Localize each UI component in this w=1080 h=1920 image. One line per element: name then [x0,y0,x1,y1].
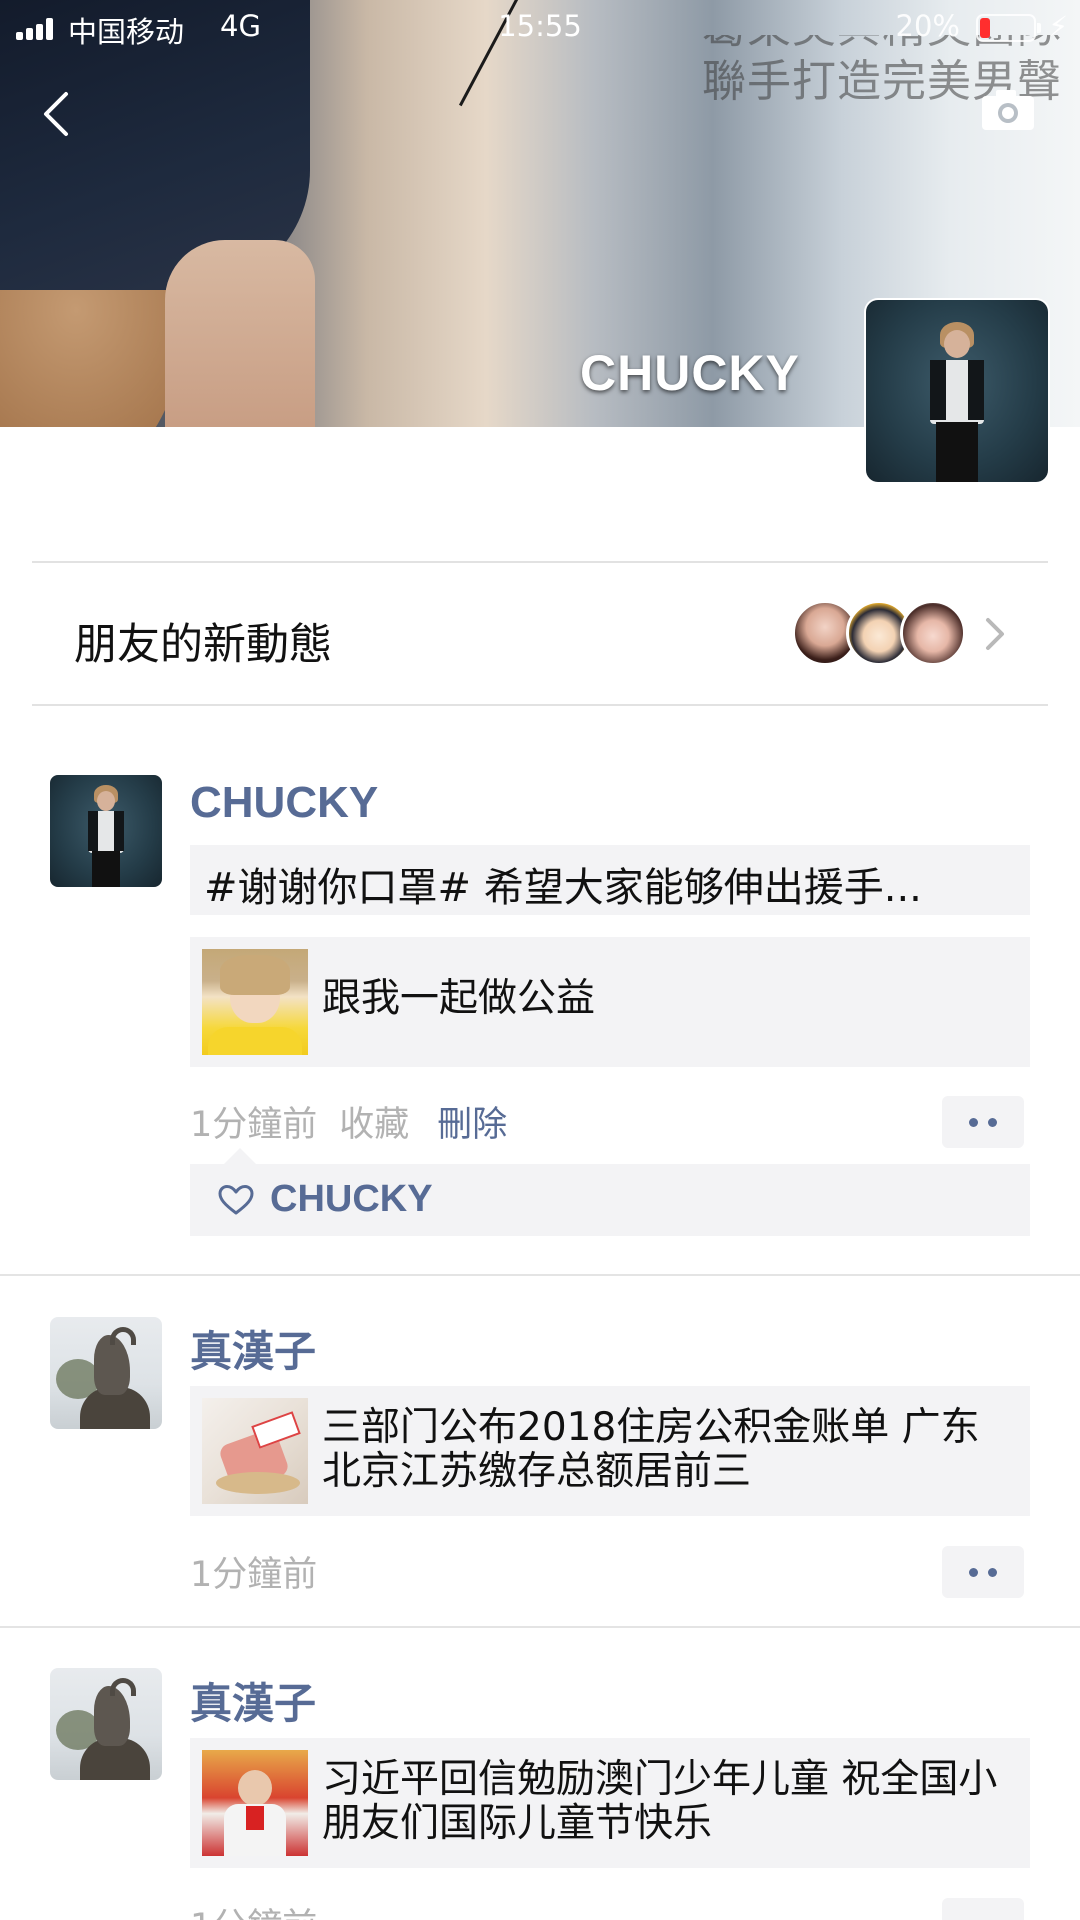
favorite-link[interactable]: 收藏 [339,1105,409,1145]
shared-link-card[interactable]: 习近平回信勉励澳门少年儿童 祝全国小朋友们国际儿童节快乐 [190,1738,1030,1868]
shared-link-thumbnail [202,949,308,1055]
post-author[interactable]: 真漢子 [190,1318,316,1379]
statue-avatar-image [50,1668,162,1780]
shared-link-thumbnail [202,1750,308,1856]
post-author[interactable]: CHUCKY [190,778,378,828]
heart-icon [218,1185,254,1215]
post-text-box[interactable]: #谢谢你口罩# 希望大家能够伸出援手... [190,845,1030,915]
friend-avatar [900,600,966,666]
post-time: 1分鐘前 [190,1105,318,1145]
post-avatar[interactable] [50,1317,162,1429]
post-author[interactable]: 真漢子 [190,1670,316,1731]
shared-link-thumbnail [202,1398,308,1504]
friends-avatars [792,600,972,668]
more-dots-icon[interactable] [942,1898,1024,1920]
post-meta: 1分鐘前 收藏 刪除 [190,1096,507,1147]
shared-link-title: 三部门公布2018住房公积金账单 广东北京江苏缴存总额居前三 [322,1405,980,1494]
back-icon [44,92,68,136]
profile-name: CHUCKY [580,345,800,401]
camera-button[interactable] [980,88,1036,132]
cover-arm-shape [165,240,315,427]
more-dots-icon[interactable] [942,1096,1024,1148]
post-meta: 1分鐘前 [190,1546,317,1597]
battery-percent: 20% [895,9,960,43]
post-meta: 1分鐘前 [190,1898,317,1920]
delete-link[interactable]: 刪除 [437,1105,507,1145]
friends-updates-label: 朋友的新動態 [74,620,332,670]
like-user-name[interactable]: CHUCKY [270,1178,433,1221]
camera-icon [982,90,1034,130]
likes-box: CHUCKY [190,1148,1030,1236]
post-avatar[interactable] [50,1668,162,1780]
shared-link-title: 跟我一起做公益 [322,976,596,1021]
divider [32,704,1048,706]
back-button[interactable] [36,84,80,144]
post-separator [0,1626,1080,1628]
friends-updates-row[interactable]: 朋友的新動態 [32,562,1048,706]
avatar-figure [866,300,1048,482]
post-time: 1分鐘前 [190,1555,318,1595]
status-bar: 中国移动 4G 15:55 20% ⚡ [0,0,1080,56]
post-text: #谢谢你口罩# 希望大家能够伸出援手... [204,865,922,911]
profile-avatar[interactable] [866,300,1048,482]
chevron-right-icon [986,618,1004,650]
post-avatar[interactable] [50,775,162,887]
post-separator [0,1274,1080,1276]
shared-link-card[interactable]: 三部门公布2018住房公积金账单 广东北京江苏缴存总额居前三 [190,1386,1030,1516]
battery-icon [976,14,1041,42]
bolt-icon: ⚡ [1048,10,1068,43]
shared-link-card[interactable]: 跟我一起做公益 [190,937,1030,1067]
post-time: 1分鐘前 [190,1907,317,1920]
more-dots-icon[interactable] [942,1546,1024,1598]
shared-link-title: 习近平回信勉励澳门少年儿童 祝全国小朋友们国际儿童节快乐 [322,1757,998,1846]
avatar-figure [50,775,162,887]
statue-avatar-image [50,1317,162,1429]
